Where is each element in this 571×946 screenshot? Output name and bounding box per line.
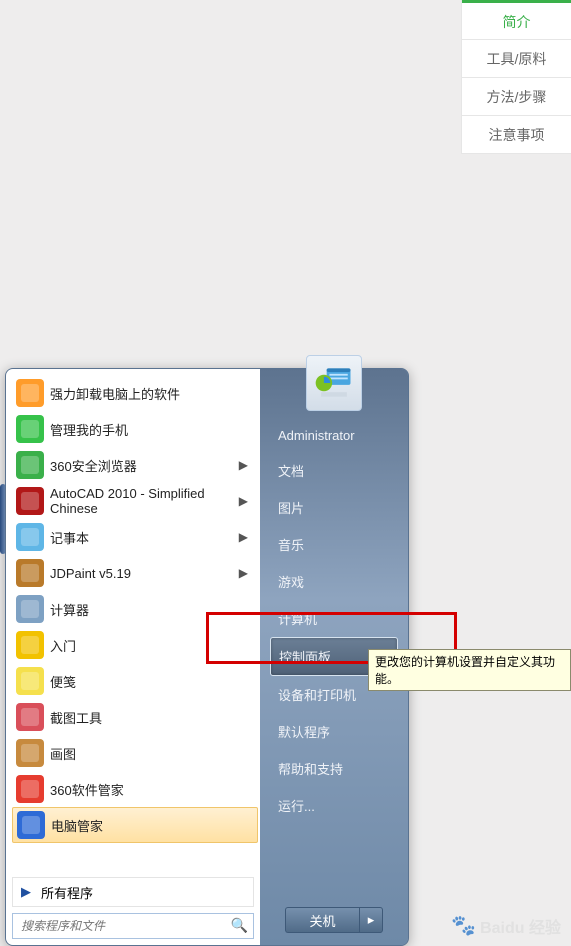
search-input[interactable] (12, 913, 254, 939)
start-menu: 强力卸载电脑上的软件管理我的手机360安全浏览器▶AutoCAD 2010 - … (5, 368, 409, 946)
all-programs-arrow-icon: ▶ (21, 884, 31, 900)
start-left-pane: 强力卸载电脑上的软件管理我的手机360安全浏览器▶AutoCAD 2010 - … (6, 369, 260, 945)
program-label: 计算器 (50, 600, 254, 619)
shutdown-button[interactable]: 关机 (285, 907, 359, 933)
shutdown-options-button[interactable]: ▸ (359, 907, 383, 933)
watermark: 🐾 Baidu 经验 (451, 913, 561, 938)
uninstaller-icon (16, 379, 44, 407)
program-label: 入门 (50, 636, 254, 655)
program-label: 360软件管家 (50, 780, 254, 799)
all-programs[interactable]: ▶ 所有程序 (12, 877, 254, 907)
right-item-8[interactable]: 默认程序 (270, 713, 398, 750)
program-label: 电脑管家 (51, 816, 253, 835)
right-item-10[interactable]: 运行... (270, 787, 398, 824)
all-programs-label: 所有程序 (41, 883, 93, 902)
program-item-6[interactable]: 计算器 (12, 591, 258, 627)
right-item-3[interactable]: 音乐 (270, 526, 398, 563)
chevron-right-icon: ▶ (239, 530, 254, 544)
nav-steps[interactable]: 方法/步骤 (462, 78, 571, 116)
right-item-1[interactable]: 文档 (270, 452, 398, 489)
search-wrap: 🔍 (12, 913, 254, 939)
paint-icon (16, 739, 44, 767)
nav-notice[interactable]: 注意事项 (462, 116, 571, 154)
sticky-notes-icon (16, 667, 44, 695)
program-item-8[interactable]: 便笺 (12, 663, 258, 699)
program-item-12[interactable]: 电脑管家 (12, 807, 258, 843)
chevron-right-icon: ▶ (239, 494, 254, 508)
program-item-1[interactable]: 管理我的手机 (12, 411, 258, 447)
program-item-9[interactable]: 截图工具 (12, 699, 258, 735)
program-label: 便笺 (50, 672, 254, 691)
program-item-3[interactable]: AutoCAD 2010 - Simplified Chinese▶ (12, 483, 258, 519)
search-icon: 🔍 (231, 917, 248, 934)
notepad-icon (16, 523, 44, 551)
right-item-5[interactable]: 计算机 (270, 600, 398, 637)
program-label: 360安全浏览器 (50, 456, 239, 475)
right-item-0[interactable]: Administrator (270, 419, 398, 452)
chevron-right-icon: ▶ (239, 458, 254, 472)
program-item-4[interactable]: 记事本▶ (12, 519, 258, 555)
right-item-4[interactable]: 游戏 (270, 563, 398, 600)
monitor-icon (312, 361, 356, 405)
program-label: JDPaint v5.19 (50, 566, 239, 581)
autocad-icon (16, 487, 44, 515)
software-manager-icon (16, 775, 44, 803)
paw-icon: 🐾 (451, 913, 476, 938)
program-item-5[interactable]: JDPaint v5.19▶ (12, 555, 258, 591)
program-item-2[interactable]: 360安全浏览器▶ (12, 447, 258, 483)
getting-started-icon (16, 631, 44, 659)
program-label: 画图 (50, 744, 254, 763)
page-side-nav: 简介 工具/原料 方法/步骤 注意事项 (461, 0, 571, 154)
browser-360-icon (16, 451, 44, 479)
chevron-right-icon: ▶ (239, 566, 254, 580)
right-item-9[interactable]: 帮助和支持 (270, 750, 398, 787)
shutdown-row: 关机 ▸ (260, 897, 408, 945)
nav-tools[interactable]: 工具/原料 (462, 40, 571, 78)
program-label: 管理我的手机 (50, 420, 254, 439)
phone-manager-icon (16, 415, 44, 443)
program-item-10[interactable]: 画图 (12, 735, 258, 771)
jdpaint-icon (16, 559, 44, 587)
nav-intro[interactable]: 简介 (462, 0, 571, 40)
control-panel-tooltip: 更改您的计算机设置并自定义其功能。 (368, 649, 571, 691)
program-item-0[interactable]: 强力卸载电脑上的软件 (12, 375, 258, 411)
program-label: AutoCAD 2010 - Simplified Chinese (50, 486, 239, 516)
program-label: 记事本 (50, 528, 239, 547)
program-label: 截图工具 (50, 708, 254, 727)
right-item-2[interactable]: 图片 (270, 489, 398, 526)
snipping-tool-icon (16, 703, 44, 731)
program-label: 强力卸载电脑上的软件 (50, 384, 254, 403)
user-avatar[interactable] (306, 355, 362, 411)
program-item-7[interactable]: 入门 (12, 627, 258, 663)
program-item-11[interactable]: 360软件管家 (12, 771, 258, 807)
pc-manager-icon (17, 811, 45, 839)
calculator-icon (16, 595, 44, 623)
program-list: 强力卸载电脑上的软件管理我的手机360安全浏览器▶AutoCAD 2010 - … (6, 369, 260, 877)
